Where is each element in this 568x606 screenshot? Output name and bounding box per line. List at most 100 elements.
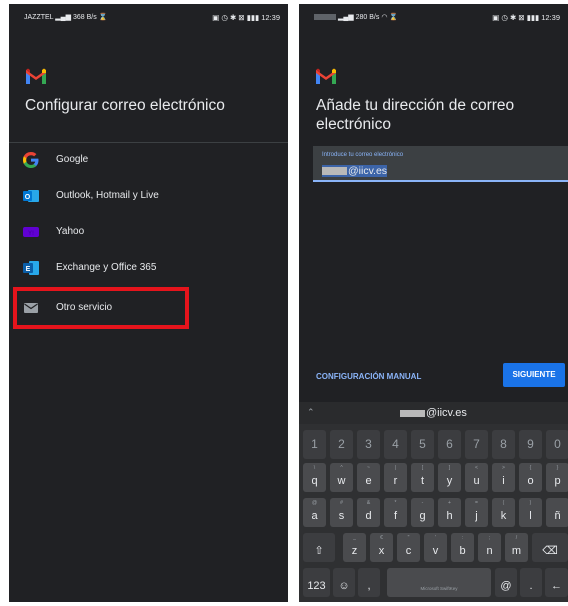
- key-g[interactable]: -g: [411, 498, 434, 527]
- provider-outlook[interactable]: O Outlook, Hotmail y Live: [9, 181, 288, 211]
- clock: 12:39: [261, 13, 280, 22]
- key-label: 8: [500, 437, 507, 451]
- key-k[interactable]: (k: [492, 498, 515, 527]
- key-label: e: [365, 475, 372, 487]
- key-t[interactable]: [t: [411, 463, 434, 492]
- email-field[interactable]: Introduce tu correo electrónico @iicv.es: [313, 146, 568, 182]
- key-label: 0: [554, 437, 561, 451]
- key-j[interactable]: = j: [465, 498, 488, 527]
- status-icons: ▣ ◷ ✱ ⊠ ▮▮▮: [212, 13, 260, 22]
- key-x[interactable]: € x: [370, 533, 393, 562]
- keyboard-branding: Microsoft SwiftKey: [420, 586, 458, 591]
- key-label: 2: [338, 437, 345, 451]
- selected-text: @iicv.es: [322, 165, 388, 177]
- key-i[interactable]: > i: [492, 463, 515, 492]
- key-label: p: [554, 475, 561, 487]
- redacted-username: [322, 167, 347, 176]
- right-phone-screen: ▂▄▆ 280 B/s ◠ ⌛ ▣ ◷ ✱ ⊠ ▮▮▮ 12:39 Añade …: [299, 4, 568, 602]
- key-o[interactable]: {o: [519, 463, 542, 492]
- suggestion-bar: ⌃ @iicv.es: [299, 402, 568, 424]
- key-z[interactable]: _ z: [343, 533, 366, 562]
- key-4[interactable]: 4: [384, 430, 407, 459]
- google-icon: [23, 152, 39, 168]
- highlight-box: [13, 287, 189, 329]
- key-secondary-label: }: [556, 465, 559, 471]
- key-2[interactable]: 2: [330, 430, 353, 459]
- key-secondary-label: ": [407, 535, 410, 541]
- key-secondary-label: /: [515, 535, 518, 541]
- key-n[interactable]: ; n: [478, 533, 501, 562]
- key-secondary-label: {: [529, 465, 532, 471]
- key-label: ⌫: [542, 545, 558, 557]
- manual-config-button[interactable]: CONFIGURACIÓN MANUAL: [316, 372, 421, 381]
- provider-exchange[interactable]: E Exchange y Office 365: [9, 253, 288, 283]
- key-c[interactable]: " c: [397, 533, 420, 562]
- status-icons: ▣ ◷ ✱ ⊠ ▮▮▮: [492, 13, 540, 22]
- gmail-logo-icon: [316, 68, 336, 84]
- key-s[interactable]: # s: [330, 498, 353, 527]
- period-key[interactable]: .: [520, 568, 542, 597]
- page-title: Añade tu dirección de correo electrónico: [316, 97, 515, 133]
- key-label: ,: [367, 580, 371, 592]
- key-ñ[interactable]: ñ: [546, 498, 568, 527]
- key-secondary-label: |: [394, 465, 397, 471]
- at-key[interactable]: @: [495, 568, 517, 597]
- key-l[interactable]: ) l: [519, 498, 542, 527]
- key-d[interactable]: & d: [357, 498, 380, 527]
- space-key[interactable]: Microsoft SwiftKey: [387, 568, 491, 597]
- backspace-key[interactable]: ⌫: [532, 533, 568, 562]
- provider-label: Outlook, Hotmail y Live: [56, 190, 159, 201]
- key-3[interactable]: 3: [357, 430, 380, 459]
- provider-label: Yahoo: [56, 226, 85, 237]
- symbols-key[interactable]: 123: [303, 568, 330, 597]
- key-secondary-label: &: [366, 500, 371, 506]
- email-field-value[interactable]: @iicv.es: [322, 165, 388, 177]
- provider-google[interactable]: Google: [9, 145, 288, 175]
- key-m[interactable]: / m: [505, 533, 528, 562]
- key-h[interactable]: + h: [438, 498, 461, 527]
- keyboard: ⌃ @iicv.es 1 2 3 4 5 6 7 8 9 0 \ q ^ w ~ e | r[t] y < u > i{o}…: [299, 402, 568, 602]
- key-label: x: [378, 545, 385, 557]
- provider-label: Google: [56, 154, 89, 165]
- key-label: f: [393, 510, 398, 522]
- key-y[interactable]: ] y: [438, 463, 461, 492]
- key-secondary-label: ]: [448, 465, 451, 471]
- key-secondary-label: ): [529, 500, 532, 506]
- key-w[interactable]: ^ w: [330, 463, 353, 492]
- key-a[interactable]: @ a: [303, 498, 326, 527]
- key-e[interactable]: ~ e: [357, 463, 380, 492]
- key-8[interactable]: 8: [492, 430, 515, 459]
- gmail-logo-icon: [26, 68, 46, 84]
- key-9[interactable]: 9: [519, 430, 542, 459]
- key-secondary-label: =: [475, 500, 478, 506]
- key-5[interactable]: 5: [411, 430, 434, 459]
- emoji-key[interactable]: ☺: [333, 568, 355, 597]
- next-button[interactable]: SIGUIENTE: [503, 363, 565, 387]
- key-v[interactable]: ' v: [424, 533, 447, 562]
- key-label: 1: [311, 437, 318, 451]
- suggestion-word[interactable]: @iicv.es: [400, 407, 467, 419]
- key-label: j: [475, 510, 478, 522]
- network-speed: 368 B/s: [72, 14, 97, 21]
- key-p[interactable]: } p: [546, 463, 568, 492]
- key-secondary-label: ~: [367, 465, 370, 471]
- key-label: v: [432, 545, 439, 557]
- provider-yahoo[interactable]: Y! Yahoo: [9, 217, 288, 247]
- key-r[interactable]: | r: [384, 463, 407, 492]
- key-label: m: [511, 545, 522, 557]
- key-7[interactable]: 7: [465, 430, 488, 459]
- key-0[interactable]: 0: [546, 430, 568, 459]
- key-6[interactable]: 6: [438, 430, 461, 459]
- shift-key[interactable]: ⇧: [303, 533, 335, 562]
- email-field-hint: Introduce tu correo electrónico: [322, 152, 404, 158]
- key-u[interactable]: < u: [465, 463, 488, 492]
- comma-key[interactable]: ,: [358, 568, 380, 597]
- key-f[interactable]: * f: [384, 498, 407, 527]
- enter-key[interactable]: ←: [545, 568, 568, 597]
- key-1[interactable]: 1: [303, 430, 326, 459]
- divider: [9, 142, 288, 143]
- expand-toolbar-icon[interactable]: ⌃: [307, 407, 315, 418]
- key-b[interactable]: :b: [451, 533, 474, 562]
- key-label: q: [311, 475, 318, 487]
- key-q[interactable]: \ q: [303, 463, 326, 492]
